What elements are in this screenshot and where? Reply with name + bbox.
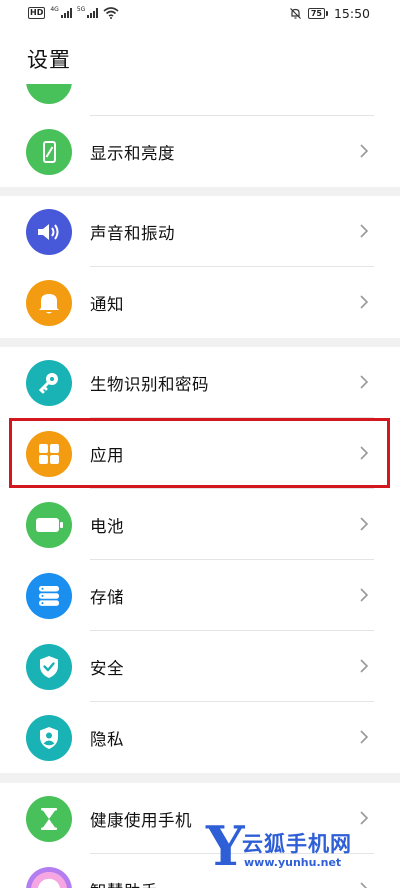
settings-item-label: 生物识别和密码 xyxy=(90,375,209,394)
settings-item-battery[interactable]: 电池 xyxy=(0,489,400,560)
partially-hidden-icon xyxy=(26,84,72,104)
settings-item-label: 隐私 xyxy=(90,730,124,749)
settings-item-label: 安全 xyxy=(90,659,124,678)
clock: 15:50 xyxy=(333,6,370,21)
network-type-2: 5G xyxy=(76,5,86,13)
settings-item-biometrics[interactable]: 生物识别和密码 xyxy=(0,347,400,418)
watermark-title: 云狐手机网 xyxy=(242,832,352,856)
status-left: HD 4G 5G xyxy=(28,5,119,19)
status-bar: HD 4G 5G 75 15:50 xyxy=(0,0,400,30)
settings-item-label: 电池 xyxy=(90,517,124,536)
shield-check-icon xyxy=(26,644,72,690)
watermark-logo: Y 云狐手机网 www.yunhu.net xyxy=(206,818,378,878)
privacy-shield-icon xyxy=(26,715,72,761)
hd-badge: HD xyxy=(28,7,46,19)
settings-item-storage[interactable]: 存储 xyxy=(0,560,400,631)
signal-icon-2 xyxy=(87,8,99,18)
storage-icon xyxy=(26,573,72,619)
settings-group-3: 生物识别和密码 应用 电池 存储 安全 隐私 xyxy=(0,347,400,773)
settings-group-2: 声音和振动 通知 xyxy=(0,196,400,338)
settings-item-label: 显示和亮度 xyxy=(90,144,175,163)
settings-item-display[interactable]: 显示和亮度 xyxy=(0,116,400,187)
settings-item-privacy[interactable]: 隐私 xyxy=(0,702,400,773)
watermark-url: www.yunhu.net xyxy=(244,856,342,869)
mute-bell-icon xyxy=(289,8,301,19)
chevron-right-icon xyxy=(360,882,368,888)
battery-level: 75 xyxy=(307,8,325,19)
chevron-right-icon xyxy=(360,588,369,602)
assistant-icon xyxy=(26,867,72,888)
bell-icon xyxy=(26,280,72,326)
settings-item-label: 存储 xyxy=(90,588,124,607)
settings-item-label: 声音和振动 xyxy=(90,224,175,243)
chevron-right-icon xyxy=(360,517,369,531)
chevron-right-icon xyxy=(360,730,369,744)
settings-item-sound[interactable]: 声音和振动 xyxy=(0,196,400,267)
phone-brightness-icon xyxy=(26,129,72,175)
settings-group-0 xyxy=(0,84,400,116)
header: 设置 xyxy=(0,30,400,84)
settings-group-1: 显示和亮度 xyxy=(0,116,400,187)
wifi-icon xyxy=(103,7,119,19)
hourglass-icon xyxy=(26,796,72,842)
chevron-right-icon xyxy=(360,375,369,389)
chevron-right-icon xyxy=(360,659,369,673)
watermark-letter: Y xyxy=(206,814,245,878)
key-icon xyxy=(26,360,72,406)
settings-item-label: 健康使用手机 xyxy=(90,811,192,830)
settings-item-label: 通知 xyxy=(90,295,124,314)
page-title: 设置 xyxy=(27,48,71,72)
chevron-right-icon xyxy=(360,144,369,158)
battery-indicator: 75 xyxy=(307,8,328,19)
battery-icon xyxy=(26,502,72,548)
signal-icon xyxy=(60,8,72,18)
chevron-right-icon xyxy=(360,224,369,238)
settings-item-notifications[interactable]: 通知 xyxy=(0,267,400,338)
settings-item-label: 智慧助手 xyxy=(90,878,158,888)
settings-item-security[interactable]: 安全 xyxy=(0,631,400,702)
battery-tip xyxy=(325,11,328,16)
network-type-1: 4G xyxy=(50,5,59,13)
settings-item-hidden[interactable] xyxy=(0,84,400,116)
status-right: 75 15:50 xyxy=(289,6,370,21)
chevron-right-icon xyxy=(360,295,369,309)
highlight-box xyxy=(9,418,390,488)
speaker-icon xyxy=(26,209,72,255)
